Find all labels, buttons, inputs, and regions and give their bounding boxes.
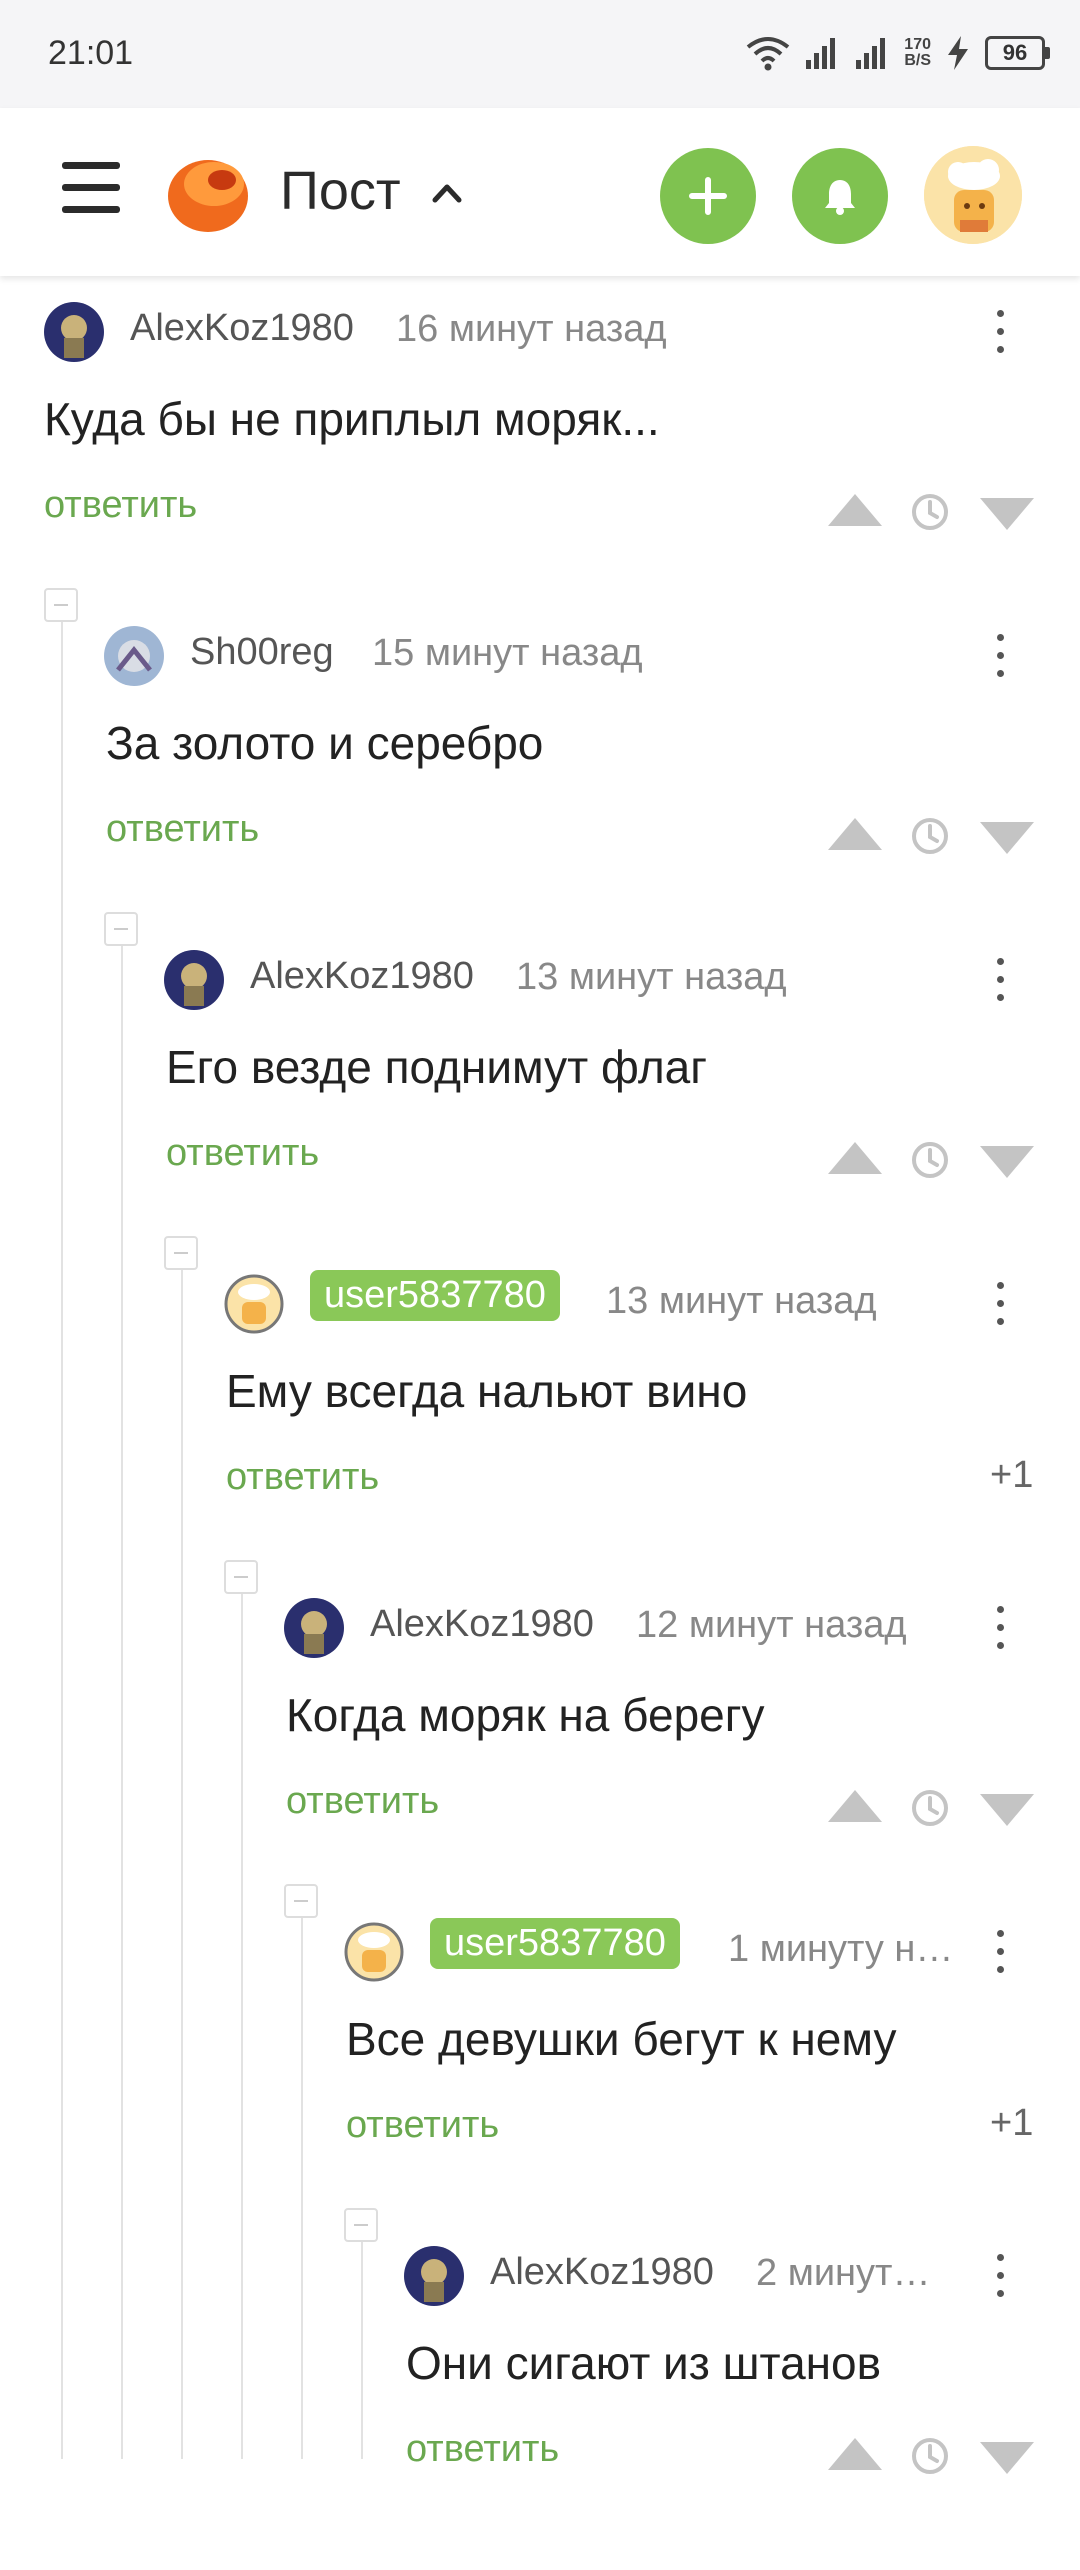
avatar[interactable] xyxy=(284,1598,344,1658)
more-options-icon[interactable] xyxy=(980,302,1020,362)
comment-text: Куда бы не приплыл моряк... xyxy=(44,393,660,445)
comment: Sh00reg 15 минут назад За золото и сереб… xyxy=(0,626,1080,950)
comment-rating: +1 xyxy=(990,2102,1034,2144)
reply-button[interactable]: ответить xyxy=(286,1780,439,1823)
comment: AlexKoz1980 2 минуты назад Они сигают из… xyxy=(0,2246,1080,2570)
battery-icon: 96 xyxy=(985,36,1050,70)
comment-text: Когда моряк на берегу xyxy=(286,1689,765,1741)
reply-button[interactable]: ответить xyxy=(166,1132,319,1175)
reply-button[interactable]: ответить xyxy=(106,808,259,851)
reply-button[interactable]: ответить xyxy=(406,2428,559,2471)
more-options-icon[interactable] xyxy=(980,2246,1020,2306)
comment: AlexKoz1980 16 минут назад Куда бы не пр… xyxy=(0,302,1080,626)
network-speed-unit: B/S xyxy=(904,52,931,69)
collapse-thread-button[interactable] xyxy=(164,1236,198,1270)
comment: user5837780 1 минуту назад Все девушки б… xyxy=(0,1918,1080,2246)
save-later-icon[interactable] xyxy=(910,816,950,856)
comment-rating: +1 xyxy=(990,1454,1034,1496)
chevron-up-icon[interactable] xyxy=(430,176,464,210)
save-later-icon[interactable] xyxy=(910,1140,950,1180)
network-speed: 170 B/S xyxy=(904,37,931,69)
notifications-button[interactable] xyxy=(792,148,888,244)
more-options-icon[interactable] xyxy=(980,1598,1020,1658)
avatar[interactable] xyxy=(224,1274,284,1334)
comment: AlexKoz1980 13 минут назад Его везде под… xyxy=(0,950,1080,1274)
comment-time: 2 минуты назад xyxy=(756,2252,946,2294)
avatar[interactable] xyxy=(344,1922,404,1982)
comment-author[interactable]: AlexKoz1980 xyxy=(490,2251,714,2294)
comment-time: 1 минуту назад xyxy=(728,1928,964,1970)
collapse-thread-button[interactable] xyxy=(44,588,78,622)
avatar[interactable] xyxy=(104,626,164,686)
bell-icon xyxy=(825,180,855,215)
status-bar: 21:01 170 B/S 96 xyxy=(0,0,1080,108)
plus-icon xyxy=(689,177,727,215)
signal-icon xyxy=(856,38,886,69)
avatar[interactable] xyxy=(44,302,104,362)
comment-time: 16 минут назад xyxy=(396,308,667,350)
comment-text: За золото и серебро xyxy=(106,717,544,769)
avatar[interactable] xyxy=(164,950,224,1010)
app-header: Пост xyxy=(0,108,1080,276)
menu-icon[interactable] xyxy=(62,162,120,214)
comment-text: Его везде поднимут флаг xyxy=(166,1041,708,1093)
comment-time: 12 минут назад xyxy=(636,1604,907,1646)
signal-icon xyxy=(806,38,836,69)
comment-author[interactable]: Sh00reg xyxy=(190,631,334,674)
more-options-icon[interactable] xyxy=(980,1922,1020,1982)
comment-author[interactable]: AlexKoz1980 xyxy=(250,955,474,998)
wifi-icon xyxy=(747,37,790,71)
comment-text: Ему всегда нальют вино xyxy=(226,1365,748,1417)
collapse-thread-button[interactable] xyxy=(104,912,138,946)
comment: user5837780 13 минут назад Ему всегда на… xyxy=(0,1270,1080,1598)
upvote-icon[interactable] xyxy=(826,816,884,852)
downvote-icon[interactable] xyxy=(978,496,1036,532)
pikabu-logo[interactable] xyxy=(162,146,254,238)
upvote-icon[interactable] xyxy=(826,1140,884,1176)
comment-author[interactable]: user5837780 xyxy=(430,1918,680,1969)
upvote-icon[interactable] xyxy=(826,492,884,528)
comment-time: 13 минут назад xyxy=(606,1280,877,1322)
status-icons: 170 B/S 96 xyxy=(746,28,1050,78)
network-speed-value: 170 xyxy=(904,36,931,53)
downvote-icon[interactable] xyxy=(978,820,1036,856)
reply-button[interactable]: ответить xyxy=(226,1456,379,1499)
save-later-icon[interactable] xyxy=(910,1788,950,1828)
comment-text: Все девушки бегут к нему xyxy=(346,2013,897,2065)
collapse-thread-button[interactable] xyxy=(224,1560,258,1594)
upvote-icon[interactable] xyxy=(826,1788,884,1824)
save-later-icon[interactable] xyxy=(910,2436,950,2476)
downvote-icon[interactable] xyxy=(978,2440,1036,2476)
status-time: 21:01 xyxy=(48,34,134,72)
page-title[interactable]: Пост xyxy=(280,160,401,222)
comment-time: 13 минут назад xyxy=(516,956,787,998)
downvote-icon[interactable] xyxy=(978,1792,1036,1828)
reply-button[interactable]: ответить xyxy=(346,2104,499,2147)
comment-author[interactable]: AlexKoz1980 xyxy=(130,307,354,350)
comment-author[interactable]: user5837780 xyxy=(310,1270,560,1321)
charging-icon xyxy=(948,36,968,70)
save-later-icon[interactable] xyxy=(910,492,950,532)
downvote-icon[interactable] xyxy=(978,1144,1036,1180)
add-post-button[interactable] xyxy=(660,148,756,244)
collapse-thread-button[interactable] xyxy=(344,2208,378,2242)
more-options-icon[interactable] xyxy=(980,950,1020,1010)
battery-level: 96 xyxy=(985,36,1045,70)
upvote-icon[interactable] xyxy=(826,2436,884,2472)
more-options-icon[interactable] xyxy=(980,1274,1020,1334)
collapse-thread-button[interactable] xyxy=(284,1884,318,1918)
comment-text: Они сигают из штанов xyxy=(406,2337,882,2389)
user-avatar[interactable] xyxy=(924,146,1022,244)
reply-button[interactable]: ответить xyxy=(44,484,197,527)
avatar[interactable] xyxy=(404,2246,464,2306)
comment-time: 15 минут назад xyxy=(372,632,643,674)
more-options-icon[interactable] xyxy=(980,626,1020,686)
comment-author[interactable]: AlexKoz1980 xyxy=(370,1603,594,1646)
comment: AlexKoz1980 12 минут назад Когда моряк н… xyxy=(0,1598,1080,1922)
